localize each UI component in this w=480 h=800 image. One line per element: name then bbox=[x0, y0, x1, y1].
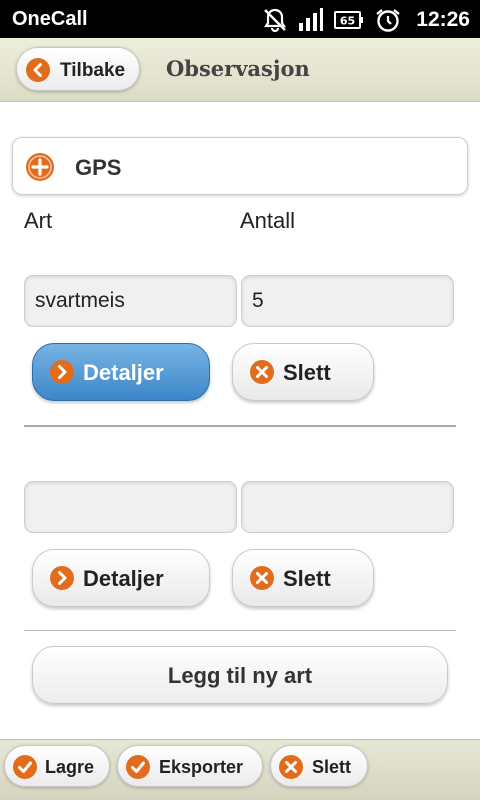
details-button[interactable]: Detaljer bbox=[32, 549, 210, 607]
header-bar: Tilbake Observasjon bbox=[0, 38, 480, 102]
checkmark-icon bbox=[125, 754, 151, 785]
entry-divider bbox=[24, 425, 456, 427]
close-icon bbox=[278, 754, 304, 785]
close-icon bbox=[249, 359, 275, 390]
delete-entry-button[interactable]: Slett bbox=[232, 549, 374, 607]
entry-divider bbox=[24, 630, 456, 631]
chevron-left-icon bbox=[25, 57, 51, 88]
carrier-name: OneCall bbox=[12, 8, 88, 30]
checkmark-icon bbox=[12, 754, 38, 785]
details-button-label: Detaljer bbox=[83, 360, 164, 385]
count-column-label: Antall bbox=[240, 208, 296, 233]
close-icon bbox=[249, 565, 275, 596]
species-column-label: Art bbox=[24, 208, 53, 233]
delete-entry-button[interactable]: Slett bbox=[232, 343, 374, 401]
chevron-right-icon bbox=[49, 359, 75, 390]
notifications-muted-icon bbox=[262, 7, 288, 38]
content-area: GPS Art Antall Detaljer Slett bbox=[0, 103, 480, 739]
save-button-label: Lagre bbox=[45, 757, 95, 777]
delete-button[interactable]: Slett bbox=[270, 745, 368, 787]
species-input[interactable] bbox=[24, 275, 237, 327]
battery-icon: 65 bbox=[334, 9, 364, 36]
details-button[interactable]: Detaljer bbox=[32, 343, 210, 401]
save-button[interactable]: Lagre bbox=[4, 745, 110, 787]
count-input[interactable] bbox=[241, 481, 454, 533]
footer-toolbar: Lagre Eksporter Slett bbox=[0, 739, 480, 800]
gps-button[interactable]: GPS bbox=[12, 137, 468, 195]
signal-icon bbox=[298, 7, 324, 38]
add-species-button[interactable]: Legg til ny art bbox=[32, 646, 448, 704]
delete-button-label: Slett bbox=[312, 757, 352, 777]
details-button-label: Detaljer bbox=[83, 566, 164, 591]
delete-entry-label: Slett bbox=[283, 360, 331, 385]
gps-label: GPS bbox=[75, 155, 122, 180]
chevron-right-icon bbox=[49, 565, 75, 596]
add-species-label: Legg til ny art bbox=[167, 663, 313, 688]
plus-icon bbox=[25, 152, 55, 187]
page-title: Observasjon bbox=[166, 56, 310, 81]
count-input[interactable] bbox=[241, 275, 454, 327]
clock: 12:26 bbox=[416, 8, 470, 31]
export-button-label: Eksporter bbox=[159, 757, 244, 777]
back-button-label: Tilbake bbox=[60, 60, 126, 81]
back-button[interactable]: Tilbake bbox=[16, 47, 140, 91]
species-input[interactable] bbox=[24, 481, 237, 533]
alarm-icon bbox=[374, 7, 402, 38]
delete-entry-label: Slett bbox=[283, 566, 331, 591]
status-bar: OneCall 65 12:26 bbox=[0, 0, 480, 38]
export-button[interactable]: Eksporter bbox=[117, 745, 263, 787]
battery-level: 65 bbox=[340, 15, 355, 28]
